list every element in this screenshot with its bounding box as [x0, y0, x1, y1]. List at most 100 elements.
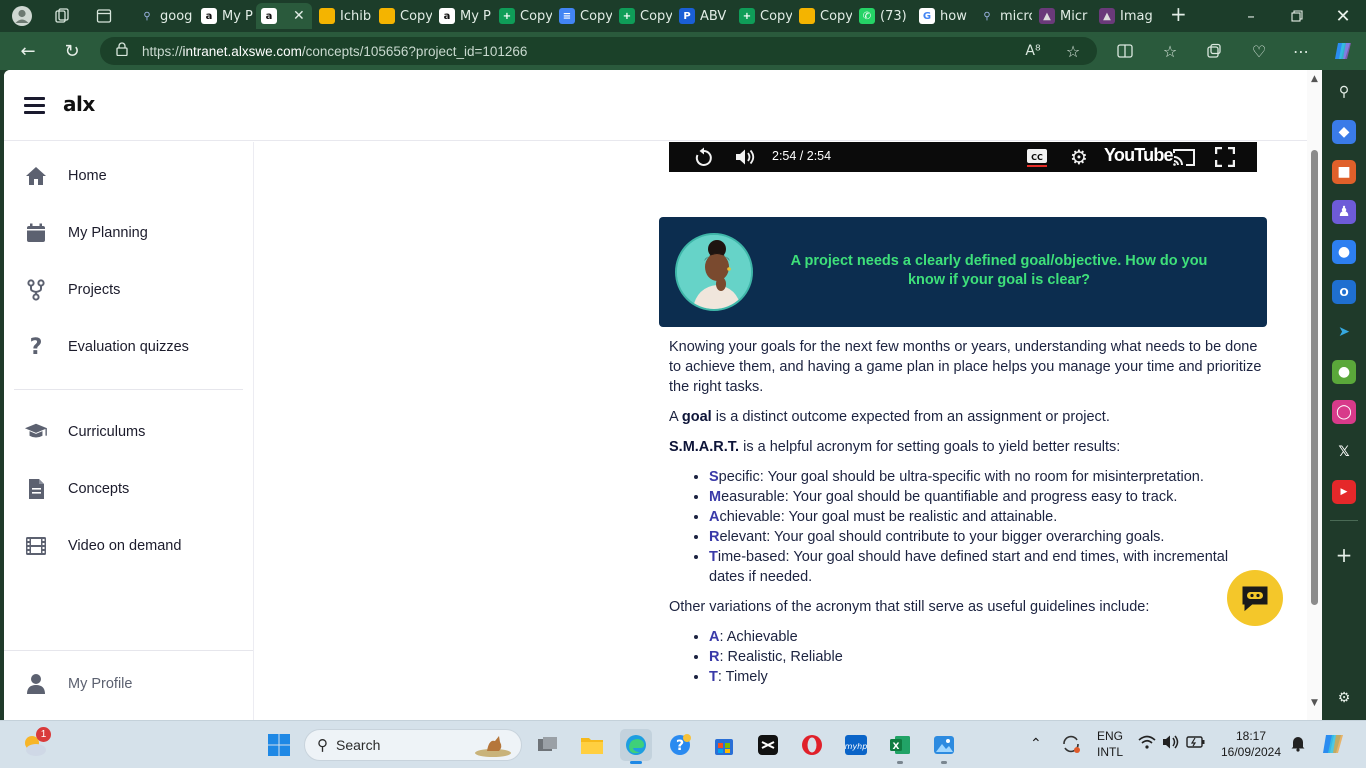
battery-icon[interactable]: [1186, 734, 1206, 754]
telegram-icon[interactable]: ➤: [1332, 320, 1356, 344]
edge-browser-icon[interactable]: [620, 729, 652, 764]
excel-icon[interactable]: X: [884, 729, 916, 764]
nav-item-my-profile[interactable]: My Profile: [4, 664, 253, 704]
browser-tab[interactable]: + Copy: [494, 3, 552, 29]
browser-tab[interactable]: ⚲ goog: [134, 3, 194, 29]
browser-tab[interactable]: ▲ Micr: [1034, 3, 1092, 29]
video-settings-icon[interactable]: ⚙: [1066, 142, 1092, 172]
restore-button[interactable]: [1274, 0, 1320, 32]
split-screen-icon[interactable]: [1110, 37, 1140, 65]
language-indicator[interactable]: ENG INTL: [1092, 728, 1128, 760]
browser-tab[interactable]: + Copy: [614, 3, 672, 29]
close-tab-icon[interactable]: ✕: [293, 8, 305, 24]
nav-item-home[interactable]: Home: [4, 156, 253, 196]
volume-tray-icon[interactable]: [1162, 734, 1180, 754]
nav-item-projects[interactable]: Projects: [4, 270, 253, 310]
new-tab-button[interactable]: +: [1170, 2, 1187, 26]
workspaces-icon[interactable]: [48, 2, 76, 30]
clock[interactable]: 18:17 16/09/2024: [1216, 728, 1286, 760]
address-bar[interactable]: https://intranet.alxswe.com/concepts/105…: [100, 37, 1097, 65]
scroll-up-arrow-icon[interactable]: ▲: [1309, 74, 1320, 84]
refresh-button[interactable]: ↻: [54, 36, 90, 66]
sync-icon[interactable]: [1060, 733, 1082, 759]
youtube-logo[interactable]: YouTube: [1104, 145, 1174, 166]
show-hidden-icons-chevron-icon[interactable]: ⌃: [1030, 735, 1042, 751]
menu-toggle-icon[interactable]: [24, 97, 45, 114]
browser-tab[interactable]: ▲ Imag: [1094, 3, 1152, 29]
capcut-icon[interactable]: [752, 729, 784, 761]
scrollbar-thumb[interactable]: [1311, 150, 1318, 605]
nav-item-video-on-demand[interactable]: Video on demand: [4, 526, 253, 566]
replay-icon[interactable]: [691, 142, 717, 172]
taskbar-search[interactable]: ⚲ Search: [304, 729, 522, 761]
nav-item-curriculums[interactable]: Curriculums: [4, 412, 253, 452]
browser-tab[interactable]: a ✕: [256, 3, 312, 29]
home-icon: [24, 164, 48, 188]
browser-tab[interactable]: ≡ Copy: [554, 3, 612, 29]
profile-avatar-icon[interactable]: [8, 2, 36, 30]
sidebar-settings-icon[interactable]: ⚙: [1332, 686, 1356, 710]
file-explorer-icon[interactable]: [576, 729, 608, 761]
browser-tab[interactable]: Copy: [794, 3, 852, 29]
tab-actions-icon[interactable]: [90, 2, 118, 30]
browser-tab[interactable]: a My P: [196, 3, 254, 29]
nav-item-concepts[interactable]: Concepts: [4, 469, 253, 509]
close-window-button[interactable]: ✕: [1320, 0, 1366, 32]
x-twitter-icon[interactable]: 𝕏: [1332, 440, 1356, 464]
add-app-icon[interactable]: +: [1332, 543, 1356, 567]
browser-tab[interactable]: ⚲ micro: [974, 3, 1032, 29]
document-icon: [24, 477, 48, 501]
games-icon[interactable]: ♟: [1332, 200, 1356, 224]
volume-icon[interactable]: [733, 142, 759, 172]
favorite-star-icon[interactable]: ☆: [1058, 37, 1088, 65]
slides-favicon-icon: [319, 8, 335, 24]
browser-tab[interactable]: ✆ (73): [854, 3, 912, 29]
back-button[interactable]: ←: [10, 36, 46, 66]
fullscreen-icon[interactable]: [1212, 142, 1238, 172]
shopping-tag-icon[interactable]: ◆: [1332, 120, 1356, 144]
page-scrollbar[interactable]: ▲ ▼: [1307, 70, 1322, 720]
instagram-icon[interactable]: ◯: [1332, 400, 1356, 424]
read-aloud-icon[interactable]: A⁸: [1018, 37, 1048, 65]
help-icon[interactable]: ?: [664, 729, 696, 761]
tab-label: Ichib: [340, 8, 372, 24]
list-item: Measurable: Your goal should be quantifi…: [709, 487, 1264, 507]
alx-logo[interactable]: alx: [63, 92, 95, 116]
browser-tab[interactable]: Ghow: [914, 3, 972, 29]
microsoft-store-icon[interactable]: [708, 729, 740, 761]
weather-widget-icon[interactable]: 1: [18, 727, 51, 761]
drop-icon[interactable]: ●: [1332, 360, 1356, 384]
youtube-icon[interactable]: ▶: [1332, 480, 1356, 504]
browser-tab[interactable]: Ichib: [314, 3, 372, 29]
concept-content: 2:54 / 2:54 CC ⚙ YouTube A project needs…: [654, 142, 1274, 720]
nav-item-evaluation-quizzes[interactable]: ? Evaluation quizzes: [4, 327, 253, 367]
nav-item-my-planning[interactable]: My Planning: [4, 213, 253, 253]
cast-icon[interactable]: [1171, 142, 1197, 172]
collections-icon[interactable]: [1199, 37, 1229, 65]
chat-support-button[interactable]: [1227, 570, 1283, 626]
browser-tab[interactable]: + Copy: [734, 3, 792, 29]
task-view-icon[interactable]: [532, 729, 564, 761]
photos-icon[interactable]: [928, 729, 960, 764]
copilot-taskbar-icon[interactable]: [1320, 731, 1346, 761]
browser-tab[interactable]: Copy: [374, 3, 432, 29]
browser-tab[interactable]: P ABV: [674, 3, 732, 29]
favorites-icon[interactable]: ☆: [1155, 37, 1185, 65]
myhp-icon[interactable]: myhp: [840, 729, 872, 761]
copilot-icon[interactable]: [1328, 37, 1358, 65]
wifi-icon[interactable]: [1138, 735, 1156, 752]
browser-tab[interactable]: a My P: [434, 3, 492, 29]
tools-briefcase-icon[interactable]: ■: [1332, 160, 1356, 184]
search-icon[interactable]: ⚲: [1332, 80, 1356, 104]
settings-more-icon[interactable]: ⋯: [1286, 37, 1316, 65]
opera-icon[interactable]: [796, 729, 828, 761]
minimize-button[interactable]: –: [1228, 0, 1274, 32]
scroll-down-arrow-icon[interactable]: ▼: [1309, 698, 1320, 708]
start-button[interactable]: [263, 729, 295, 761]
browser-essentials-icon[interactable]: ♡: [1244, 37, 1274, 65]
svg-text:X: X: [893, 742, 900, 752]
copilot-sidebar-icon[interactable]: ●: [1332, 240, 1356, 264]
captions-icon[interactable]: CC: [1025, 142, 1049, 172]
notification-bell-icon[interactable]: [1290, 734, 1306, 756]
outlook-icon[interactable]: O: [1332, 280, 1356, 304]
